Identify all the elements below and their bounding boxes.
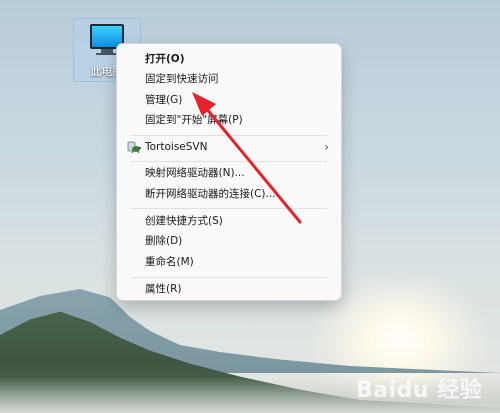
menu-item-pin-quick-access-label: 固定到快速访问 [145, 73, 219, 85]
menu-item-tortoisesvn-label: TortoiseSVN [145, 141, 208, 153]
menu-item-delete-label: 删除(D) [145, 235, 183, 247]
menu-item-manage-label: 管理(G) [145, 94, 183, 106]
menu-item-tortoisesvn[interactable]: TortoiseSVN › [121, 137, 337, 157]
menu-separator [131, 277, 327, 278]
menu-item-map-network-drive[interactable]: 映射网络驱动器(N)... [121, 163, 337, 183]
menu-item-disconnect-network-drive-label: 断开网络驱动器的连接(C)... [145, 188, 276, 200]
menu-item-disconnect-network-drive[interactable]: 断开网络驱动器的连接(C)... [121, 184, 337, 204]
menu-item-properties-label: 属性(R) [145, 283, 182, 295]
menu-item-pin-start-label: 固定到"开始"屏幕(P) [145, 114, 243, 126]
baidu-watermark: Baidu 经验 [356, 370, 492, 403]
menu-item-open-label: 打开(O) [145, 53, 185, 65]
menu-item-pin-start[interactable]: 固定到"开始"屏幕(P) [121, 110, 337, 130]
menu-item-create-shortcut[interactable]: 创建快捷方式(S) [121, 211, 337, 231]
menu-item-create-shortcut-label: 创建快捷方式(S) [145, 215, 223, 227]
menu-item-open[interactable]: 打开(O) [121, 49, 337, 69]
menu-item-manage[interactable]: 管理(G) [121, 90, 337, 110]
menu-item-rename[interactable]: 重命名(M) [121, 252, 337, 272]
menu-separator [131, 161, 327, 162]
menu-separator [131, 208, 327, 209]
menu-item-pin-quick-access[interactable]: 固定到快速访问 [121, 69, 337, 89]
menu-separator [131, 135, 327, 136]
chevron-right-icon: › [324, 140, 329, 154]
menu-item-rename-label: 重命名(M) [145, 256, 194, 268]
tortoisesvn-icon [127, 141, 141, 154]
menu-item-properties[interactable]: 属性(R) [121, 279, 337, 299]
computer-icon-base [96, 53, 118, 55]
context-menu: 打开(O) 固定到快速访问 管理(G) 固定到"开始"屏幕(P) Tortois… [116, 43, 342, 301]
menu-item-delete[interactable]: 删除(D) [121, 231, 337, 251]
menu-item-map-network-drive-label: 映射网络驱动器(N)... [145, 167, 245, 179]
watermark-text: Baidu 经验 [356, 378, 483, 403]
